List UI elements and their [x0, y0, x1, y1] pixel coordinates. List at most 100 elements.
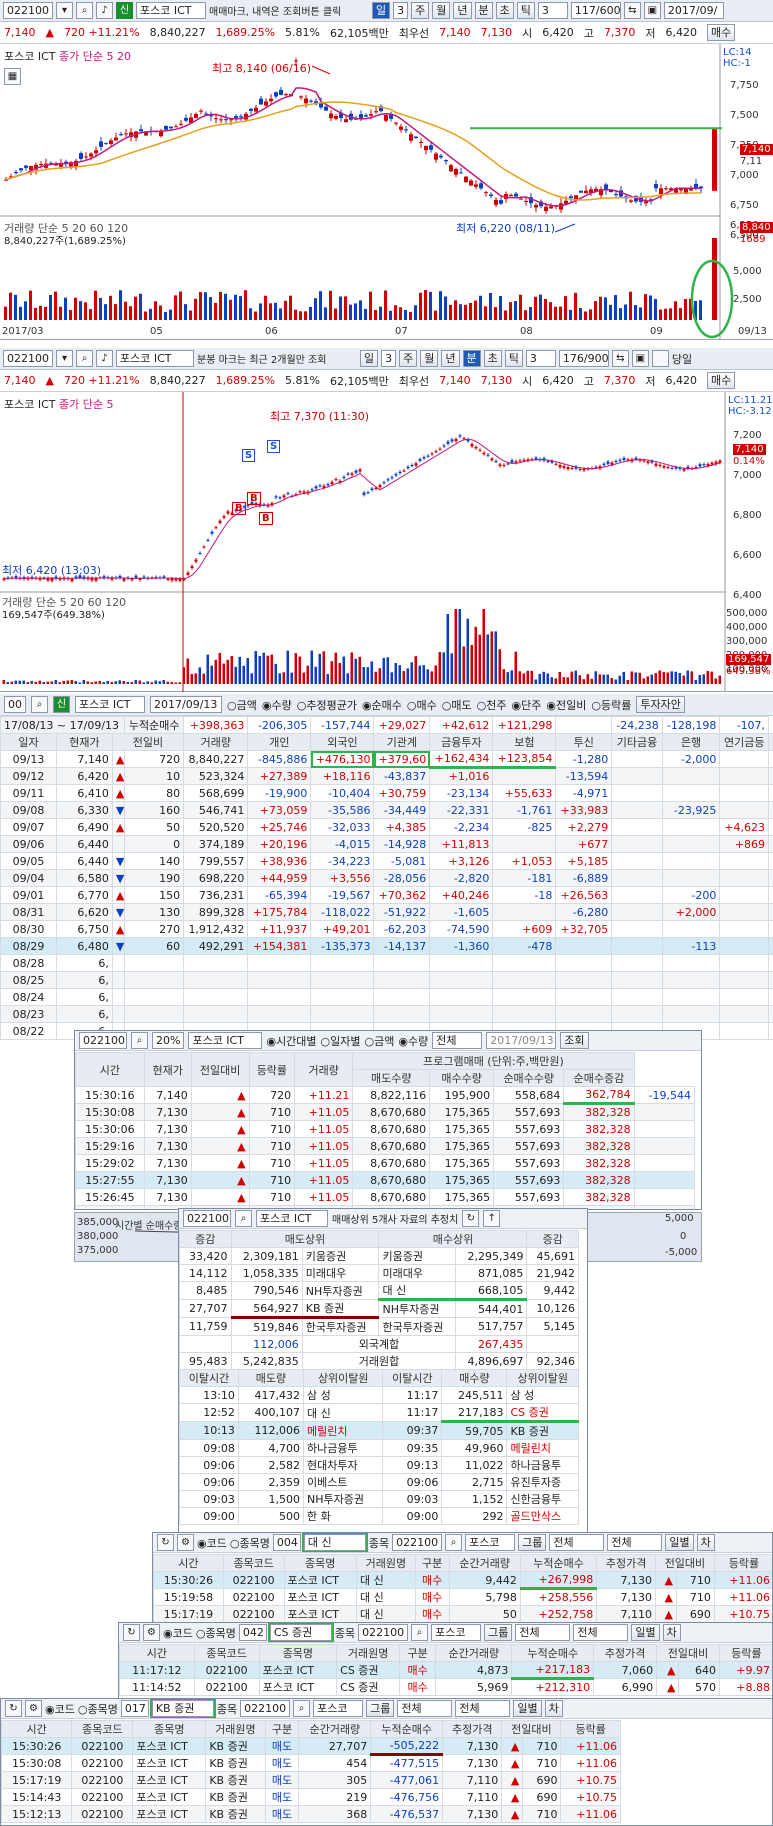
search-icon[interactable]: ⌕: [411, 1624, 429, 1641]
period-count-field[interactable]: 3: [393, 2, 409, 19]
table-row[interactable]: 11:14:52 022100 포스코 ICT CS 증권 매수 5,969 +212,31…: [119, 1678, 772, 1696]
daily-button[interactable]: 일별: [631, 1624, 660, 1641]
daily-chart[interactable]: 포스코 ICT 종가 단순 5 20 ▦ 최고 8,140 (06/16) 최저…: [0, 44, 773, 340]
table-row[interactable]: 09/07 6,490 ▲ 50 520,520 +25,746 -32,033 +4,385…: [0, 818, 773, 836]
speaker-icon[interactable]: ♪: [96, 2, 113, 19]
table-row[interactable]: 08/286, -35: [0, 954, 773, 972]
all-select-2[interactable]: 전체: [607, 1534, 663, 1551]
col-header[interactable]: 일자: [0, 733, 58, 751]
broker-name-field[interactable]: 대 신: [301, 1533, 368, 1552]
date-field[interactable]: 2017/09/: [663, 2, 724, 19]
tab-week[interactable]: 주: [411, 2, 430, 19]
radio-pqty[interactable]: ◉수량: [398, 1033, 428, 1049]
period-day-button-2[interactable]: 일: [360, 350, 379, 367]
refresh-icon[interactable]: ↻: [123, 1624, 140, 1641]
tab-minute-2[interactable]: 분: [462, 350, 481, 367]
stock-name-field[interactable]: 포스코 ICT: [136, 2, 206, 19]
stock-code-input[interactable]: 022100: [3, 2, 53, 19]
chart-button[interactable]: 차: [544, 1700, 563, 1717]
search-icon[interactable]: ⌕: [293, 1700, 311, 1717]
radio-unit[interactable]: ◉단주: [512, 697, 542, 713]
program-query-button[interactable]: 조회: [560, 1032, 589, 1049]
col-header[interactable]: 은행: [661, 733, 721, 751]
daily-button[interactable]: 일별: [665, 1534, 694, 1551]
radio-code[interactable]: ◉코드: [45, 1701, 75, 1717]
tab-second-2[interactable]: 초: [483, 350, 502, 367]
search-icon[interactable]: ⌕: [235, 1210, 252, 1227]
tab-year[interactable]: 년: [453, 2, 472, 19]
tab-tick-2[interactable]: 틱: [504, 350, 523, 367]
chart-button[interactable]: 차: [696, 1534, 715, 1551]
radio-pamount[interactable]: ○금액: [365, 1033, 395, 1049]
save-icon[interactable]: ▣: [643, 2, 661, 19]
search-icon[interactable]: ⌕: [76, 350, 93, 367]
table-row[interactable]: 09/01 6,770 ▲ 150 736,231 -65,394 -19,567 +70,3…: [0, 886, 773, 904]
tool-icon[interactable]: ⇆: [611, 350, 629, 367]
range-to[interactable]: 17/09/13: [70, 719, 119, 732]
member-code-field[interactable]: 022100: [183, 1210, 231, 1227]
tab-second[interactable]: 초: [495, 2, 514, 19]
table-row[interactable]: 15:30:06 7,130 ▲ 710 +11.05 8,670,680 175,365 5…: [75, 1120, 696, 1138]
investor-code-field[interactable]: 00: [4, 696, 26, 713]
col-header[interactable]: 외국인: [310, 733, 375, 751]
all-select[interactable]: 전체: [515, 1624, 571, 1641]
investor-guide-button[interactable]: 투자자안: [636, 696, 685, 713]
daily-button[interactable]: 일별: [513, 1700, 542, 1717]
investor-date-field[interactable]: 2017/09/13: [150, 696, 222, 713]
col-header[interactable]: 전일비: [111, 733, 185, 751]
col-header[interactable]: 개인: [247, 733, 312, 751]
all-select-2[interactable]: 전체: [573, 1624, 629, 1641]
table-row[interactable]: 13:10 417,432 삼 성 11:17 245,511 삼 성: [179, 1386, 579, 1404]
broker-code-field[interactable]: 004: [272, 1534, 301, 1551]
all-select[interactable]: 전체: [397, 1700, 453, 1717]
table-row[interactable]: 08/236, +33: [0, 1005, 773, 1023]
table-row[interactable]: 09/06 6,440 0 374,189 +20,196 -4,015 -14,928 +1…: [0, 835, 773, 853]
table-row[interactable]: 09/08 6,330 ▼ 160 546,741 +73,059 -35,586 -34,4…: [0, 801, 773, 819]
table-row[interactable]: 09/04 6,580 ▼ 190 698,220 +44,959 +3,556 -28,05…: [0, 869, 773, 887]
col-header[interactable]: 사모: [768, 733, 773, 751]
all-select[interactable]: 전체: [549, 1534, 605, 1551]
table-row[interactable]: 15:29:02 7,130 ▲ 710 +11.05 8,670,680 175,365 5…: [75, 1154, 696, 1172]
radio-thousand[interactable]: ○천주: [477, 697, 507, 713]
search-icon[interactable]: ⌕: [445, 1534, 463, 1551]
table-row[interactable]: 15:17:19 022100 포스코 ICT 대 신 매수 50 +252,758 7,11…: [153, 1605, 772, 1623]
radio-code[interactable]: ◉코드: [163, 1625, 193, 1641]
radio-stockname[interactable]: ○종목명: [196, 1625, 236, 1641]
radio-stockname[interactable]: ○종목명: [78, 1701, 118, 1717]
search-icon[interactable]: ⌕: [76, 2, 93, 19]
table-row[interactable]: 33,420 2,309,181 키움증권 키움증권 2,295,349 45,691: [179, 1247, 579, 1265]
table-row[interactable]: 08/246, -10: [0, 988, 773, 1006]
radio-stockname[interactable]: ○종목명: [230, 1535, 270, 1551]
table-row[interactable]: 15:30:16 7,140 ▲ 720 +11.21 8,822,116 195,900 5…: [75, 1086, 696, 1105]
group-button[interactable]: 그룹: [366, 1700, 395, 1717]
col-header[interactable]: 연기금등: [719, 733, 770, 751]
settings-icon[interactable]: ⚙: [25, 1700, 42, 1717]
checkbox-today[interactable]: [651, 350, 669, 367]
radio-prevday[interactable]: ◉전일비: [546, 697, 586, 713]
radio-amount[interactable]: ○금액: [227, 697, 257, 713]
page-count-field-2[interactable]: 176/900: [558, 350, 609, 367]
broker-code-field[interactable]: 042: [238, 1624, 267, 1641]
table-row[interactable]: 11,759 519,846 한국투자증권 한국투자증권 517,757 5,145: [179, 1317, 579, 1336]
stock-name-field-2[interactable]: 포스코 ICT: [116, 350, 194, 367]
search-icon[interactable]: ⌕: [131, 1032, 148, 1049]
period-count-field-2[interactable]: 3: [381, 350, 397, 367]
table-row[interactable]: 09/11 6,410 ▲ 80 568,699 -19,900 -10,404 +30,75…: [0, 784, 773, 802]
radio-sell[interactable]: ○매도: [442, 697, 472, 713]
table-row[interactable]: 09/05 6,440 ▼ 140 799,557 +38,936 -34,223 -5,08…: [0, 852, 773, 870]
radio-qty[interactable]: ◉수량: [262, 697, 292, 713]
refresh-icon[interactable]: ↻: [462, 1210, 480, 1227]
table-row[interactable]: 08/25 6,: [0, 971, 773, 989]
col-header[interactable]: 현재가: [56, 733, 113, 751]
page-count-field[interactable]: 117/600: [570, 2, 621, 19]
radio-daywise[interactable]: ○일자별: [321, 1033, 361, 1049]
table-row[interactable]: 12:52 400,107 대 신 11:17 217,183 CS 증권: [179, 1403, 579, 1423]
radio-avg[interactable]: ○추정평균가: [297, 697, 357, 713]
table-row[interactable]: 15:30:08 022100 포스코 ICT KB 증권 매도 454 -477,515 7…: [1, 1754, 621, 1772]
all-select-2[interactable]: 전체: [455, 1700, 511, 1717]
radio-timewise[interactable]: ◉시간대별: [266, 1033, 316, 1049]
broker-stock-code[interactable]: 022100: [358, 1624, 409, 1641]
tab-week-2[interactable]: 주: [399, 350, 418, 367]
col-header[interactable]: 기타금융: [611, 733, 663, 751]
table-row[interactable]: 15:12:13 022100 포스코 ICT KB 증권 매도 368 -476,537 7…: [1, 1805, 621, 1823]
